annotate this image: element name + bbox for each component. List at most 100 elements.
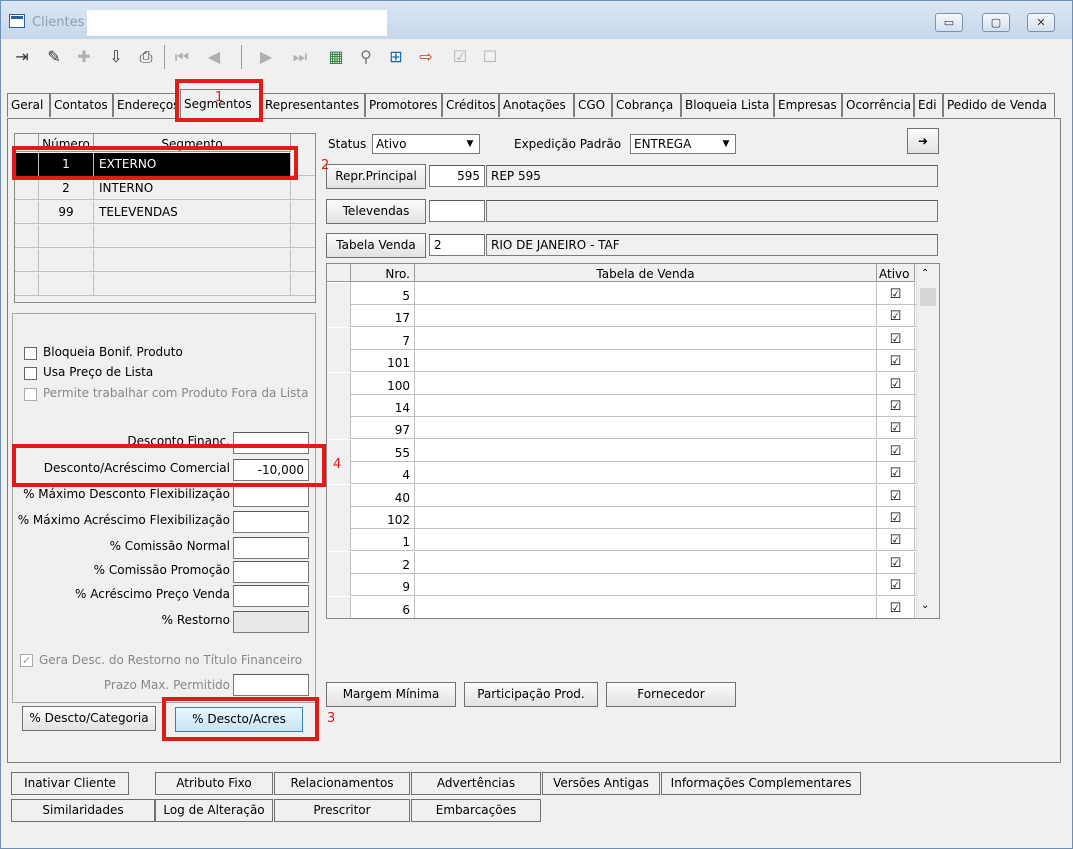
tab-edi[interactable]: Edi [914, 93, 943, 117]
minimize-button[interactable]: ▭ [935, 13, 963, 32]
tab-bloqueia-lista[interactable]: Bloqueia Lista [681, 93, 774, 117]
price-table-row[interactable]: 6 ☑ [327, 596, 939, 618]
ativo-checkbox[interactable]: ☑ [877, 507, 915, 529]
permite-fora-lista-checkbox[interactable] [24, 388, 37, 401]
price-table-row[interactable]: 1 ☑ [327, 529, 939, 552]
fornecedor-button[interactable]: Fornecedor [606, 682, 736, 707]
ativo-checkbox[interactable]: ☑ [877, 551, 915, 574]
tab-contatos[interactable]: Contatos [50, 93, 113, 117]
ativo-checkbox[interactable]: ☑ [877, 305, 915, 328]
usa-preco-lista-checkbox[interactable] [24, 367, 37, 380]
gera-desc-checkbox[interactable]: ✓ [20, 654, 33, 667]
participacao-prod-button[interactable]: Participação Prod. [464, 682, 598, 707]
ativo-checkbox[interactable]: ☑ [877, 327, 915, 350]
check-icon[interactable]: ☑ [447, 43, 473, 71]
first-record-icon[interactable]: ⏮ [169, 43, 195, 71]
descto-acres-button[interactable]: % Descto/Acres [175, 707, 303, 732]
ativo-checkbox[interactable]: ☑ [877, 350, 915, 373]
desconto-acrescimo-input[interactable]: -10,000 [233, 459, 309, 481]
max-acresc-flex-input[interactable] [233, 511, 309, 533]
tabela-venda-button[interactable]: Tabela Venda [326, 233, 426, 258]
descto-categoria-button[interactable]: % Descto/Categoria [22, 706, 156, 731]
list-icon[interactable]: ☐ [477, 43, 503, 71]
scroll-thumb[interactable] [920, 288, 936, 306]
atributo-fixo-button[interactable]: Atributo Fixo [155, 772, 273, 795]
comissao-normal-input[interactable] [233, 537, 309, 559]
inativar-cliente-button[interactable]: Inativar Cliente [11, 772, 129, 795]
import-icon[interactable]: ⇨ [413, 43, 439, 71]
price-table-row[interactable]: 97 ☑ [327, 417, 939, 440]
tab-pedido-de-venda[interactable]: Pedido de Venda [943, 93, 1055, 117]
price-table-row[interactable]: 100 ☑ [327, 372, 939, 395]
tab-anotacoes[interactable]: Anotações [499, 93, 574, 117]
price-table-row[interactable]: 14 ☑ [327, 395, 939, 417]
ativo-checkbox[interactable]: ☑ [877, 395, 915, 417]
expedicao-select[interactable]: ENTREGA ▼ [630, 134, 736, 154]
price-table-row[interactable]: 55 ☑ [327, 439, 939, 462]
price-table-row[interactable]: 40 ☑ [327, 484, 939, 507]
informacoes-complementares-button[interactable]: Informações Complementares [661, 772, 861, 795]
tab-ocorrencia[interactable]: Ocorrência [842, 93, 914, 117]
price-table-row[interactable]: 4 ☑ [327, 462, 939, 485]
ativo-checkbox[interactable]: ☑ [877, 574, 915, 597]
televendas-code-input[interactable] [429, 200, 485, 222]
prazo-max-input[interactable] [233, 674, 309, 696]
last-record-icon[interactable]: ⏭ [287, 43, 313, 71]
televendas-button[interactable]: Televendas [326, 199, 426, 224]
tab-promotores[interactable]: Promotores [365, 93, 442, 117]
relacionamentos-button[interactable]: Relacionamentos [274, 772, 410, 795]
grid-icon[interactable]: ▦ [323, 43, 349, 71]
price-table-row[interactable]: 2 ☑ [327, 551, 939, 574]
embarcacoes-button[interactable]: Embarcações [411, 799, 541, 822]
ativo-checkbox[interactable]: ☑ [877, 484, 915, 507]
vertical-scrollbar[interactable]: ⌃ ⌄ [916, 264, 939, 618]
ativo-checkbox[interactable]: ☑ [877, 596, 915, 618]
find-icon[interactable]: ⚲ [353, 43, 379, 71]
comissao-promocao-input[interactable] [233, 561, 309, 583]
price-table-row[interactable]: 7 ☑ [327, 327, 939, 350]
ativo-checkbox[interactable]: ☑ [877, 283, 915, 305]
tabela-code-input[interactable]: 2 [429, 234, 485, 256]
add-icon[interactable]: ✚ [71, 43, 97, 71]
tab-enderecos[interactable]: Endereços [113, 93, 179, 117]
next-record-icon[interactable]: ▶ [253, 43, 279, 71]
log-alteracao-button[interactable]: Log de Alteração [155, 799, 273, 822]
bloqueia-bonif-checkbox[interactable] [24, 347, 37, 360]
tab-empresas[interactable]: Empresas [774, 93, 842, 117]
margem-minima-button[interactable]: Margem Mínima [326, 682, 456, 707]
tab-geral[interactable]: Geral [7, 93, 50, 117]
restorno-input[interactable] [233, 611, 309, 633]
maximize-button[interactable]: ▢ [982, 13, 1010, 32]
insert-icon[interactable]: ⊞ [383, 43, 409, 71]
max-desc-flex-input[interactable] [233, 485, 309, 507]
ativo-checkbox[interactable]: ☑ [877, 439, 915, 462]
export-icon[interactable]: ➜ [907, 128, 939, 154]
tab-cgo[interactable]: CGO [574, 93, 612, 117]
repr-code-input[interactable]: 595 [429, 165, 485, 187]
repr-principal-button[interactable]: Repr.Principal [326, 164, 426, 189]
print-icon[interactable]: ⎙ [133, 43, 159, 71]
desconto-financ-input[interactable] [233, 432, 309, 454]
segment-row-1[interactable]: 1 EXTERNO [15, 153, 315, 176]
edit-icon[interactable]: ✎ [41, 43, 67, 71]
segment-row-3[interactable]: 99 TELEVENDAS [15, 201, 315, 224]
tab-representantes[interactable]: Representantes [261, 93, 365, 117]
close-button[interactable]: ✕ [1027, 13, 1055, 32]
advertencias-button[interactable]: Advertências [411, 772, 541, 795]
status-select[interactable]: Ativo ▼ [372, 134, 480, 154]
scroll-down-icon[interactable]: ⌄ [921, 600, 929, 611]
price-table-row[interactable]: 9 ☑ [327, 574, 939, 597]
versoes-antigas-button[interactable]: Versões Antigas [542, 772, 660, 795]
scroll-up-icon[interactable]: ⌃ [921, 268, 929, 279]
exit-icon[interactable]: ⇥ [9, 43, 35, 71]
segment-row-2[interactable]: 2 INTERNO [15, 177, 315, 200]
price-table-row[interactable]: 17 ☑ [327, 305, 939, 328]
tab-creditos[interactable]: Créditos [442, 93, 499, 117]
prescritor-button[interactable]: Prescritor [274, 799, 410, 822]
price-table-row[interactable]: 102 ☑ [327, 507, 939, 529]
price-table-row[interactable]: 101 ☑ [327, 350, 939, 373]
price-table-row[interactable]: 5 ☑ [327, 283, 939, 305]
ativo-checkbox[interactable]: ☑ [877, 372, 915, 395]
save-icon[interactable]: ⇩ [103, 43, 129, 71]
tab-cobranca[interactable]: Cobrança [612, 93, 681, 117]
